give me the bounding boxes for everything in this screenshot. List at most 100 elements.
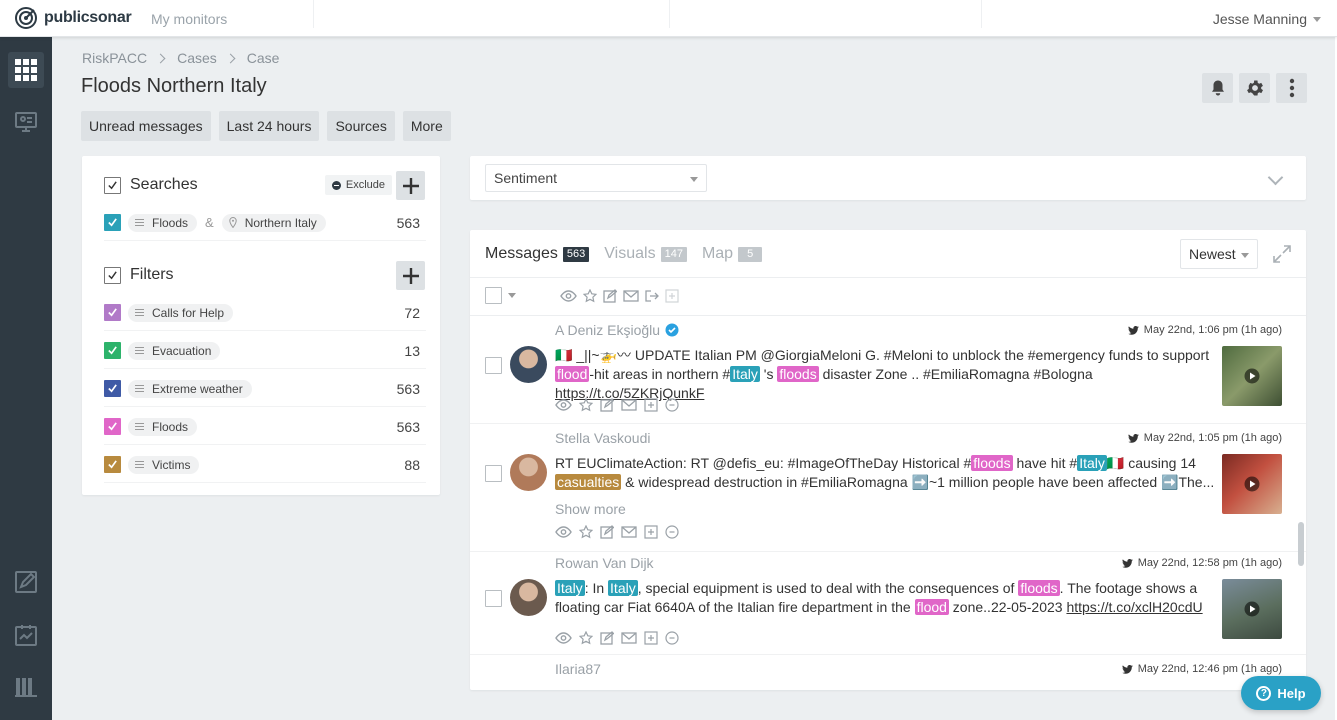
tab-map[interactable]: Map 5 [702, 245, 763, 263]
user-menu[interactable]: Jesse Manning [1213, 11, 1321, 27]
help-button[interactable]: ? Help [1241, 676, 1321, 710]
filter-row[interactable]: Extreme weather 563 [104, 371, 426, 407]
message-text-segment: have hit # [1012, 455, 1078, 471]
eye-icon[interactable] [560, 289, 577, 302]
search-checkbox[interactable] [104, 214, 121, 231]
filter-row[interactable]: Calls for Help 72 [104, 295, 426, 331]
unread-messages-filter[interactable]: Unread messages [81, 111, 211, 141]
notifications-button[interactable] [1202, 73, 1233, 103]
breadcrumb-case: Case [246, 50, 280, 66]
filter-checkbox[interactable] [104, 456, 121, 473]
user-name: Jesse Manning [1212, 11, 1307, 27]
more-options-button[interactable] [1276, 73, 1307, 103]
filter-checkbox[interactable] [104, 418, 121, 435]
mail-icon[interactable] [623, 289, 639, 302]
settings-button[interactable] [1239, 73, 1270, 103]
filter-row[interactable]: Victims 88 [104, 447, 426, 483]
sentiment-select[interactable]: Sentiment [485, 164, 707, 192]
star-icon[interactable] [579, 398, 593, 412]
message-checkbox[interactable] [485, 465, 502, 482]
message-author[interactable]: Ilaria87 [555, 661, 601, 677]
edit-icon[interactable] [600, 525, 614, 539]
filter-row[interactable]: Evacuation 13 [104, 333, 426, 369]
scrollbar[interactable] [1298, 522, 1304, 566]
search-row[interactable]: Floods & Northern Italy 563 [104, 205, 426, 241]
mail-icon[interactable] [621, 399, 637, 411]
message-author[interactable]: A Deniz Ekşioğlu [555, 322, 679, 338]
show-more-link[interactable]: Show more [555, 501, 626, 517]
media-thumbnail[interactable] [1222, 454, 1282, 514]
date-text: May 22nd, 1:06 pm (1h ago) [1143, 324, 1282, 336]
more-filter[interactable]: More [402, 111, 451, 141]
searches-checkbox[interactable] [104, 176, 121, 194]
filter-checkbox[interactable] [104, 304, 121, 321]
filter-tag: Floods [128, 417, 198, 436]
filter-row[interactable]: Floods 563 [104, 409, 426, 445]
add-box-icon[interactable] [665, 288, 679, 303]
select-all-checkbox[interactable] [485, 287, 502, 304]
rail-reports-button[interactable] [8, 564, 44, 600]
message-link[interactable]: https://t.co/xclH20cdU [1066, 599, 1202, 615]
eye-icon[interactable] [555, 399, 572, 411]
add-box-icon[interactable] [644, 631, 658, 645]
sentiment-icon[interactable] [665, 631, 679, 645]
sort-select[interactable]: Newest [1180, 239, 1258, 269]
bulk-actions [485, 287, 679, 304]
message-text-segment: 🇮🇹 causing 14 [1106, 455, 1196, 471]
add-box-icon[interactable] [644, 525, 658, 539]
sources-filter[interactable]: Sources [327, 111, 395, 141]
sentiment-icon[interactable] [665, 525, 679, 539]
filter-checkbox[interactable] [104, 380, 121, 397]
keyword-highlight: Italy [608, 580, 638, 596]
rail-dashboard-button[interactable] [8, 52, 44, 88]
mail-icon[interactable] [621, 632, 637, 644]
add-box-icon[interactable] [644, 398, 658, 412]
tab-count-badge: 563 [562, 246, 590, 262]
divider [981, 0, 982, 28]
message-author[interactable]: Rowan Van Dijk [555, 555, 654, 571]
my-monitors-link[interactable]: My monitors [151, 11, 227, 27]
tab-messages[interactable]: Messages 563 [485, 245, 590, 263]
divider [470, 315, 1306, 316]
tab-visuals[interactable]: Visuals 147 [604, 245, 687, 263]
edit-icon[interactable] [603, 288, 617, 303]
message-text-segment: 🇮🇹 _||~🚁〰 UPDATE Italian PM @GiorgiaMelo… [555, 347, 1210, 363]
media-thumbnail[interactable] [1222, 346, 1282, 406]
edit-icon[interactable] [600, 398, 614, 412]
chevron-down-icon[interactable] [508, 293, 516, 298]
gear-icon [1245, 78, 1265, 98]
mail-icon[interactable] [621, 526, 637, 538]
breadcrumb-riskpacc[interactable]: RiskPACC [82, 50, 147, 66]
message-author[interactable]: Stella Vaskoudi [555, 430, 650, 446]
filters-checkbox[interactable] [104, 266, 121, 284]
rail-library-button[interactable] [8, 669, 44, 705]
chevron-right-icon [155, 53, 166, 63]
star-icon[interactable] [583, 288, 597, 303]
message-checkbox[interactable] [485, 590, 502, 607]
breadcrumb-cases[interactable]: Cases [177, 50, 217, 66]
message-checkbox[interactable] [485, 357, 502, 374]
add-filter-button[interactable] [396, 261, 425, 290]
keyword-highlight: floods [971, 455, 1013, 471]
sentiment-icon[interactable] [665, 398, 679, 412]
edit-icon[interactable] [600, 631, 614, 645]
rail-briefing-button[interactable] [8, 617, 44, 653]
filter-label: Evacuation [152, 343, 212, 358]
collapse-chevron-icon[interactable] [1267, 169, 1284, 186]
media-thumbnail[interactable] [1222, 579, 1282, 639]
eye-icon[interactable] [555, 632, 572, 644]
rail-monitor-button[interactable] [8, 104, 44, 140]
star-icon[interactable] [579, 525, 593, 539]
search-count: 563 [396, 214, 420, 231]
expand-button[interactable] [1273, 245, 1291, 263]
filter-checkbox[interactable] [104, 342, 121, 359]
logo[interactable]: publicsonar [14, 6, 132, 30]
exclude-toggle[interactable]: Exclude [324, 175, 392, 195]
last-24-hours-filter[interactable]: Last 24 hours [218, 111, 320, 141]
add-search-button[interactable] [396, 171, 425, 200]
star-icon[interactable] [579, 631, 593, 645]
forward-icon[interactable] [645, 289, 659, 303]
eye-icon[interactable] [555, 526, 572, 538]
searches-filters-panel: Searches Exclude Floods & Northern Italy… [82, 156, 440, 495]
play-icon [1244, 476, 1260, 492]
